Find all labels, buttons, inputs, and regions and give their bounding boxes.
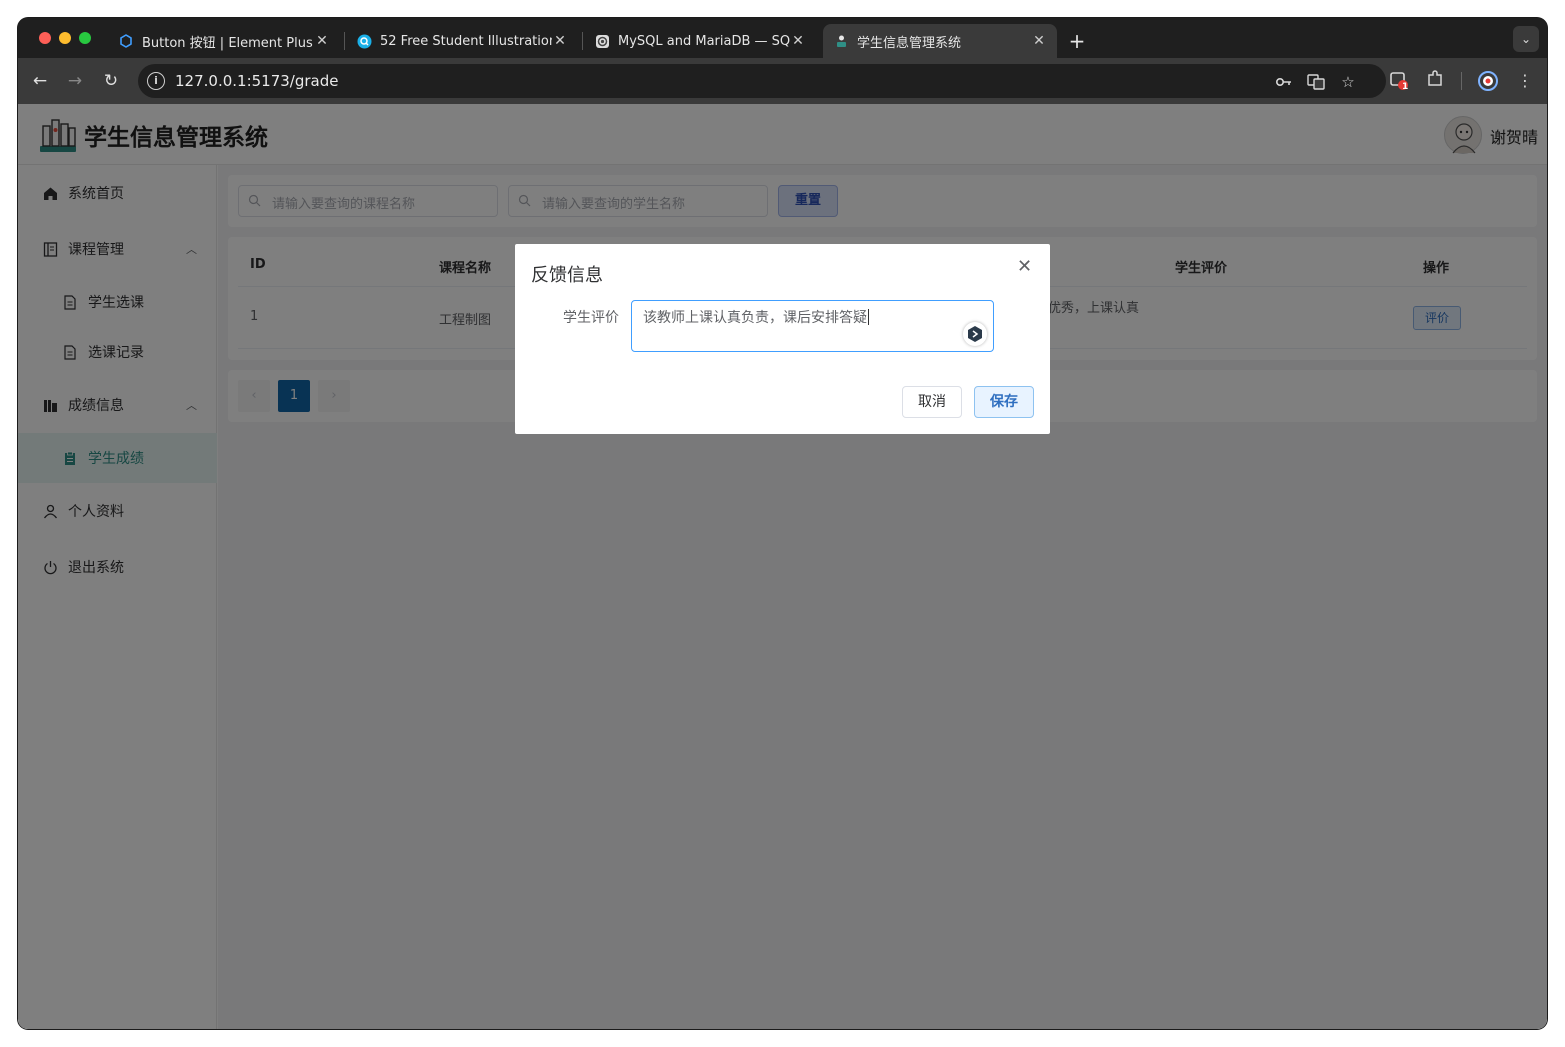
page: 学生信息管理系统 谢贺晴 系统首页 课程管理 ︿ 学生选课 选课记录 (18, 104, 1547, 1029)
students-icon (833, 33, 849, 49)
tab-sqlalchemy[interactable]: MySQL and MariaDB — SQLA ✕ (584, 24, 816, 58)
evaluation-textarea[interactable]: 该教师上课认真负责，课后安排答疑 (631, 300, 994, 352)
dialog-title: 反馈信息 (531, 265, 603, 286)
evaluation-text: 该教师上课认真负责，课后安排答疑 (643, 310, 867, 326)
tab-student-system[interactable]: 学生信息管理系统 ✕ (823, 24, 1057, 58)
bookmark-star-icon[interactable]: ☆ (1339, 73, 1357, 91)
address-bar[interactable]: i 127.0.0.1:5173/grade ☆ (138, 64, 1386, 98)
save-button[interactable]: 保存 (974, 386, 1034, 418)
tab-search-button[interactable]: ⌄ (1513, 26, 1539, 52)
feedback-dialog: 反馈信息 ✕ 学生评价 该教师上课认真负责，课后安排答疑 取消 保存 (515, 244, 1050, 434)
close-icon[interactable]: ✕ (552, 33, 568, 49)
tab-title: 52 Free Student Illustrations (380, 33, 552, 49)
translate-icon[interactable] (1307, 73, 1325, 91)
maximize-window-button[interactable] (79, 32, 91, 44)
minimize-window-button[interactable] (59, 32, 71, 44)
extension-badge-count: 1 (1402, 82, 1409, 92)
close-window-button[interactable] (39, 32, 51, 44)
tab-title: Button 按钮 | Element Plus (142, 35, 313, 51)
element-plus-icon (118, 33, 134, 49)
reload-icon[interactable]: ↻ (100, 70, 122, 92)
kebab-menu-icon[interactable]: ⋮ (1514, 70, 1536, 92)
tab-element-plus[interactable]: Button 按钮 | Element Plus ✕ (108, 24, 340, 58)
browser-toolbar: ← → ↻ i 127.0.0.1:5173/grade ☆ 1 ⋮ (18, 58, 1547, 104)
sqlalchemy-icon (594, 33, 610, 49)
back-arrow-icon[interactable]: ← (29, 70, 51, 92)
tab-title: 学生信息管理系统 (857, 35, 962, 51)
forward-arrow-icon[interactable]: → (64, 70, 86, 92)
close-icon[interactable]: ✕ (1031, 33, 1047, 49)
cancel-button[interactable]: 取消 (902, 386, 962, 418)
profile-icon[interactable] (1477, 70, 1499, 92)
browser-window: Button 按钮 | Element Plus ✕ 52 Free Stude… (18, 18, 1547, 1029)
key-icon[interactable] (1275, 73, 1293, 91)
site-info-icon[interactable]: i (147, 72, 165, 90)
new-tab-button[interactable]: + (1064, 24, 1090, 58)
tab-title: MySQL and MariaDB — SQLA (618, 33, 790, 49)
search-globe-icon (356, 33, 372, 49)
close-icon[interactable]: ✕ (790, 33, 806, 49)
close-icon[interactable]: ✕ (314, 33, 330, 49)
puzzle-icon[interactable] (1424, 70, 1446, 92)
modal-overlay[interactable]: 反馈信息 ✕ 学生评价 该教师上课认真负责，课后安排答疑 取消 保存 (18, 104, 1547, 1029)
ai-assistant-icon[interactable] (963, 322, 987, 346)
tab-student-illustrations[interactable]: 52 Free Student Illustrations ✕ (346, 24, 578, 58)
url-text[interactable]: 127.0.0.1:5173/grade (175, 72, 338, 90)
evaluation-label: 学生评价 (563, 310, 619, 326)
close-icon[interactable]: ✕ (1017, 256, 1032, 277)
tab-strip: Button 按钮 | Element Plus ✕ 52 Free Stude… (18, 18, 1547, 58)
